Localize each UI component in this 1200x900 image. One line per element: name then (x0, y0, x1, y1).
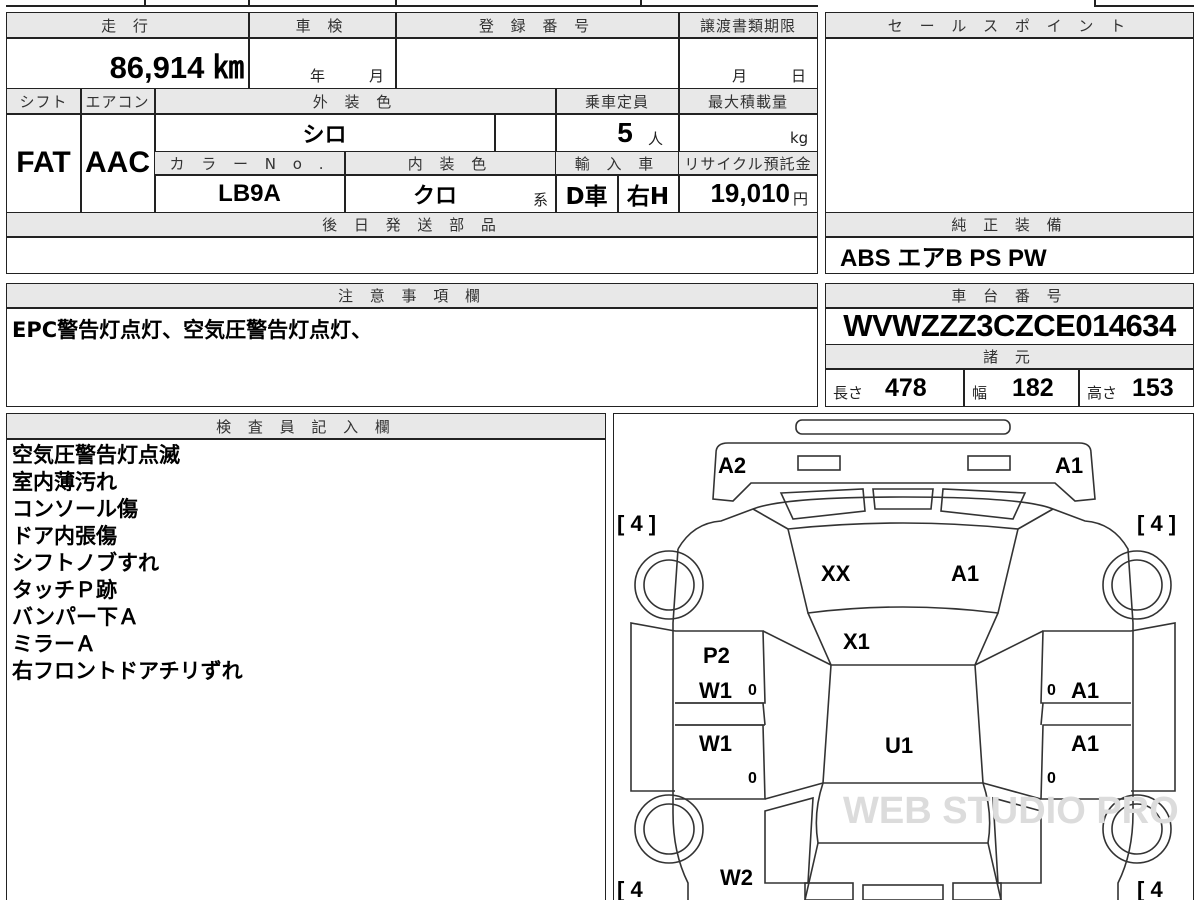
watermark: WEB STUDIO PRO (843, 790, 1179, 832)
tire-left-top-label: [ 4 ] (617, 511, 656, 536)
damage-mark: A2 (718, 453, 746, 478)
max-load-header: 最大積載量 (679, 89, 817, 113)
shift-value: FAT (16, 146, 71, 179)
damage-mark: A1 (1071, 731, 1099, 756)
inspector-note: 右フロントドアチリずれ (12, 659, 243, 683)
sales-point-header: セ ー ル ス ポ イ ン ト (826, 13, 1193, 37)
chassis-no-header: 車 台 番 号 (826, 284, 1193, 307)
car-diagram: [ 4 ] [ 4 ] [ 4 [ 4 A2 A1 XX A1 X1 P2 W1… (617, 419, 1179, 900)
genuine-equipment-value: ABS エアB PS PW (840, 244, 1047, 272)
color-no-value: LB9A (218, 179, 281, 207)
interior-color-value: クロ (412, 183, 457, 209)
import-header: 輸 入 車 (556, 152, 678, 174)
damage-mark: A1 (951, 561, 979, 586)
zero-marker: 0 (748, 682, 757, 699)
notes-header: 注 意 事 項 欄 (7, 284, 817, 307)
capacity-unit: 人 (648, 129, 664, 148)
zero-marker: 0 (1047, 770, 1056, 787)
height-value: 153 (1132, 373, 1174, 402)
length-value: 478 (885, 373, 927, 402)
length-label: 長さ (833, 383, 864, 402)
chassis-no-value: WVWZZZ3CZCE014634 (843, 308, 1176, 343)
inspector-note: 空気圧警告灯点滅 (12, 443, 180, 467)
damage-mark: W1 (699, 731, 732, 756)
import-type-value: D車 (565, 183, 608, 210)
capacity-value: 5 (617, 116, 633, 148)
inspector-note: バンパー下Ａ (12, 605, 140, 629)
inspector-note: ミラーＡ (12, 632, 96, 656)
zero-marker: 0 (748, 770, 757, 787)
deferred-parts-header: 後 日 発 送 部 品 (7, 213, 817, 236)
damage-mark: W2 (720, 865, 753, 890)
height-label: 高さ (1087, 383, 1118, 402)
tire-right-top-label: [ 4 ] (1137, 511, 1176, 536)
mileage-header: 走 行 (7, 13, 248, 37)
damage-mark: U1 (885, 733, 913, 758)
inspector-note: タッチＰ跡 (12, 578, 117, 602)
shift-header: シフト (7, 89, 80, 113)
inspector-header: 検 査 員 記 入 欄 (7, 414, 605, 438)
transfer-deadline-header: 譲渡書類期限 (679, 13, 817, 37)
aircon-header: エアコン (81, 89, 154, 113)
interior-color-header: 内 装 色 (345, 152, 555, 174)
inspection-header: 車 検 (249, 13, 395, 37)
inspector-note: ドア内張傷 (12, 524, 117, 548)
mileage-value: 86,914 ㎞ (109, 49, 244, 85)
aircon-value: AAC (85, 146, 150, 179)
damage-mark: P2 (703, 643, 730, 668)
recycle-unit: 円 (793, 189, 809, 208)
notes-text: EPC警告灯点灯、空気圧警告灯点灯、 (12, 318, 373, 342)
color-no-header: カ ラ ー N o . (155, 152, 344, 174)
inspection-month: 月 (369, 66, 385, 85)
max-load-unit: kg (790, 129, 809, 147)
deadline-day: 日 (791, 66, 807, 85)
interior-color-suffix: 系 (533, 190, 549, 209)
exterior-color-value: シロ (302, 122, 347, 148)
registration-header: 登 録 番 号 (396, 13, 678, 37)
width-value: 182 (1012, 373, 1054, 402)
genuine-equipment-header: 純 正 装 備 (826, 213, 1193, 236)
damage-mark: A1 (1071, 678, 1099, 703)
inspector-note: コンソール傷 (12, 497, 138, 521)
damage-mark: X1 (843, 629, 870, 654)
damage-mark: A1 (1055, 453, 1083, 478)
zero-marker: 0 (1047, 682, 1056, 699)
width-label: 幅 (972, 383, 988, 402)
tire-left-bottom-label: [ 4 (617, 877, 643, 900)
specs-header: 諸 元 (826, 345, 1193, 368)
inspection-year: 年 (310, 66, 326, 85)
handle-value: 右H (626, 183, 670, 210)
inspector-note: シフトノブすれ (12, 551, 159, 575)
inspector-notes-list: 空気圧警告灯点滅 室内薄汚れ コンソール傷 ドア内張傷 シフトノブすれ タッチＰ… (12, 442, 592, 685)
damage-mark: W1 (699, 678, 732, 703)
damage-mark: XX (821, 561, 851, 586)
recycle-fee-value: 19,010 (710, 178, 790, 208)
deadline-month: 月 (732, 66, 748, 85)
exterior-color-header: 外 装 色 (155, 89, 555, 113)
inspector-note: 室内薄汚れ (12, 470, 117, 494)
capacity-header: 乗車定員 (556, 89, 678, 113)
recycle-header: リサイクル預託金 (679, 152, 817, 174)
tire-right-bottom-label: [ 4 (1137, 877, 1163, 900)
